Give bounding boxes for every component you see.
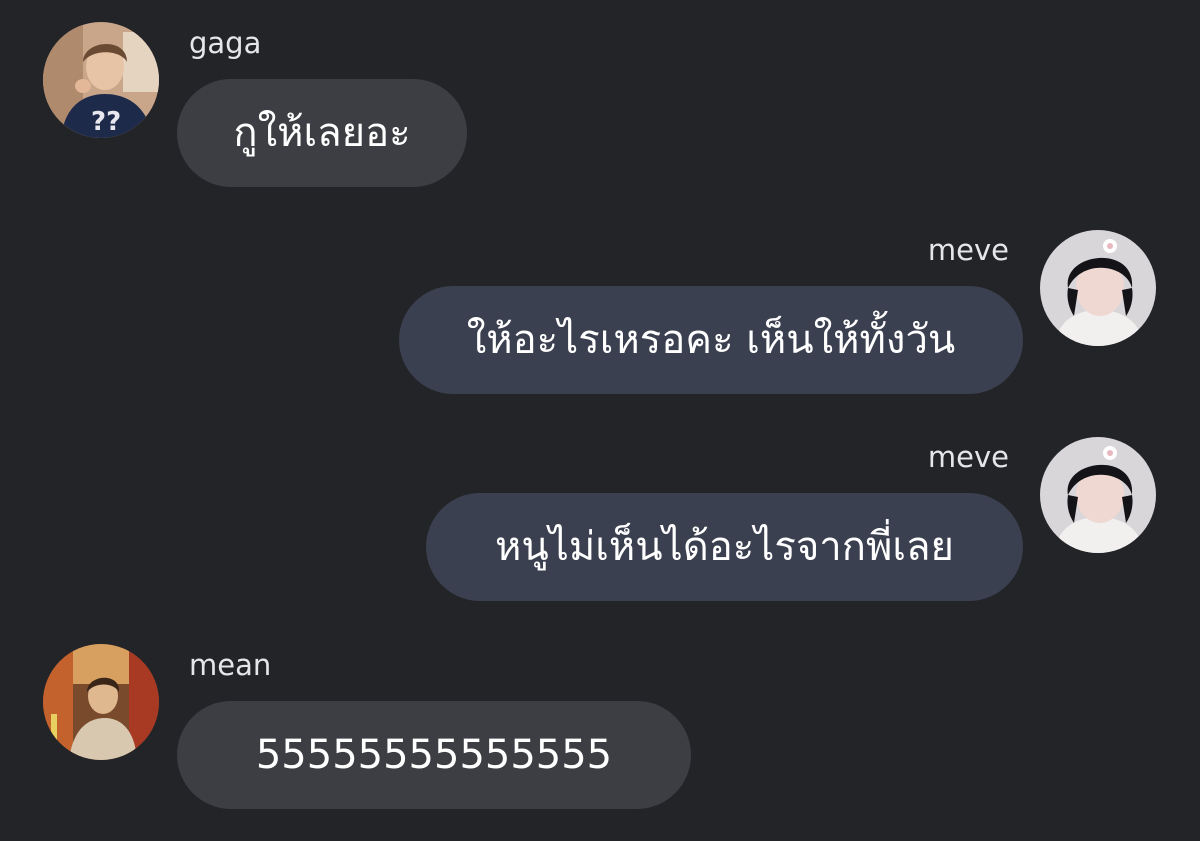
message-bubble[interactable]: 55555555555555 <box>177 701 691 809</box>
person-avatar-icon <box>1040 437 1156 553</box>
person-avatar-icon: ?? <box>43 22 159 138</box>
avatar-gaga[interactable]: ?? <box>43 22 159 138</box>
avatar-meve[interactable] <box>1040 437 1156 553</box>
avatar-meve[interactable] <box>1040 230 1156 346</box>
person-avatar-icon <box>1040 230 1156 346</box>
message-bubble[interactable]: กูให้เลยอะ <box>177 79 467 187</box>
sender-name: meve <box>927 440 1009 474</box>
svg-text:??: ?? <box>91 107 121 137</box>
sender-name: gaga <box>189 26 262 60</box>
message-bubble[interactable]: หนูไม่เห็นได้อะไรจากพี่เลย <box>426 493 1023 601</box>
avatar-mean[interactable] <box>43 644 159 760</box>
chat-thread: ?? gaga กูให้เลยอะ meve ให้อะไรเหรอคะ เห… <box>0 0 1200 841</box>
person-avatar-icon <box>43 644 159 760</box>
message-bubble[interactable]: ให้อะไรเหรอคะ เห็นให้ทั้งวัน <box>399 286 1023 394</box>
sender-name: meve <box>927 233 1009 267</box>
sender-name: mean <box>189 648 272 682</box>
